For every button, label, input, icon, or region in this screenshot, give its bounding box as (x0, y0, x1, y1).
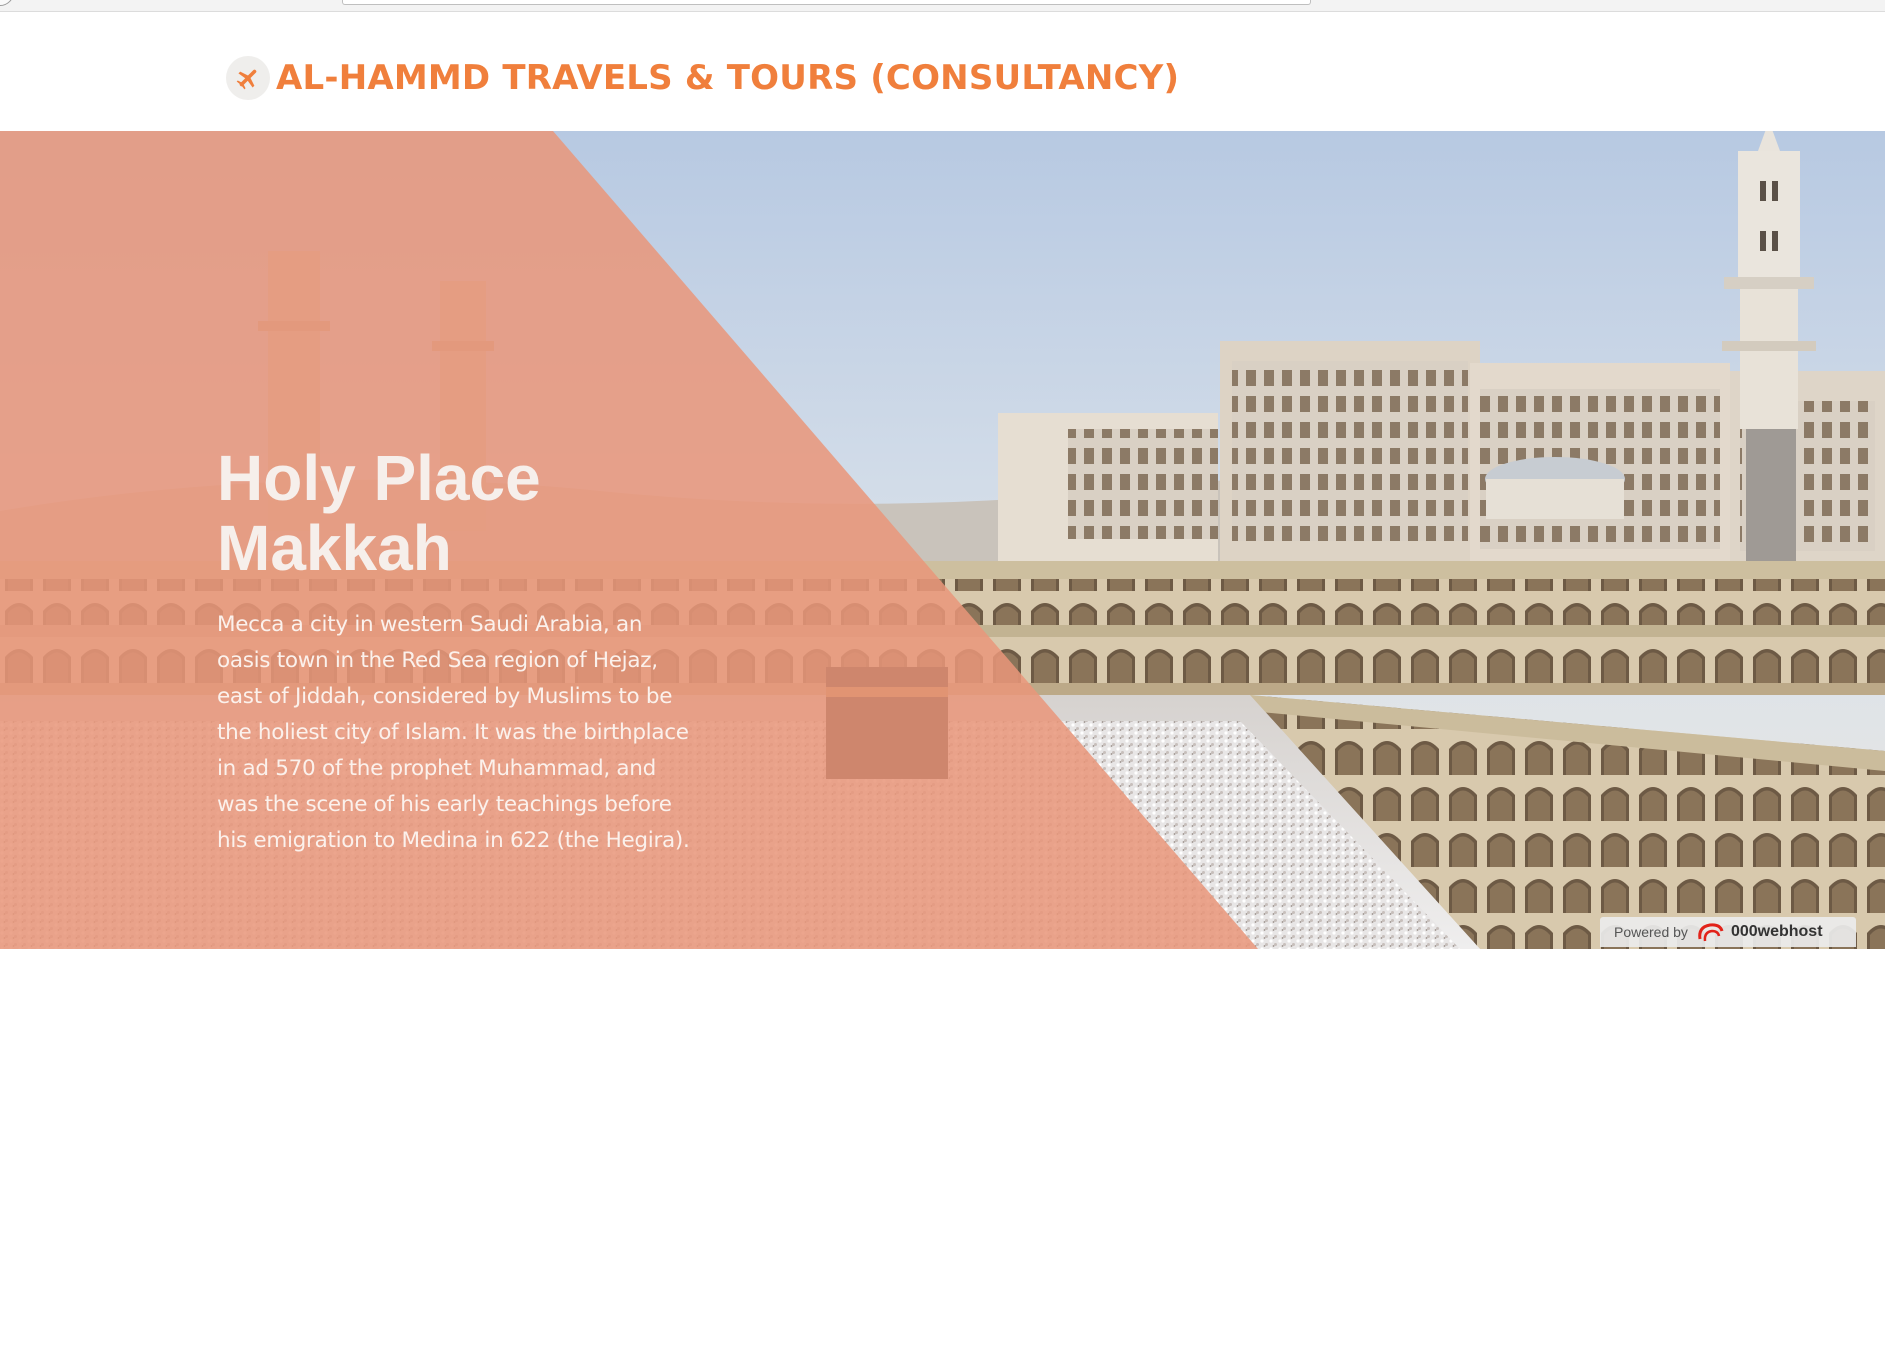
host-name: 000webhost (1730, 923, 1823, 940)
webhost-logo-icon (1698, 923, 1724, 942)
browser-reload-button[interactable] (0, 0, 14, 6)
brand[interactable]: AL-HAMMD TRAVELS & TOURS (CONSULTANCY) (226, 56, 1179, 100)
hero-heading: Holy Place Makkah (217, 443, 817, 583)
hero-heading-line1: Holy Place (217, 442, 541, 514)
browser-address-bar[interactable] (342, 0, 1311, 5)
hero-heading-line2: Makkah (217, 512, 452, 584)
hero-description: Mecca a city in western Saudi Arabia, an… (217, 612, 690, 853)
site-header: AL-HAMMD TRAVELS & TOURS (CONSULTANCY) (0, 12, 1885, 131)
browser-toolbar-strip (0, 0, 1885, 12)
airplane-icon (226, 56, 270, 100)
brand-title: AL-HAMMD TRAVELS & TOURS (CONSULTANCY) (276, 58, 1180, 98)
powered-by-badge[interactable]: Powered by 000webhost (1600, 917, 1856, 947)
powered-label: Powered by (1614, 924, 1688, 940)
hero-banner: Holy Place Makkah Mecca a city in wester… (0, 131, 1885, 949)
